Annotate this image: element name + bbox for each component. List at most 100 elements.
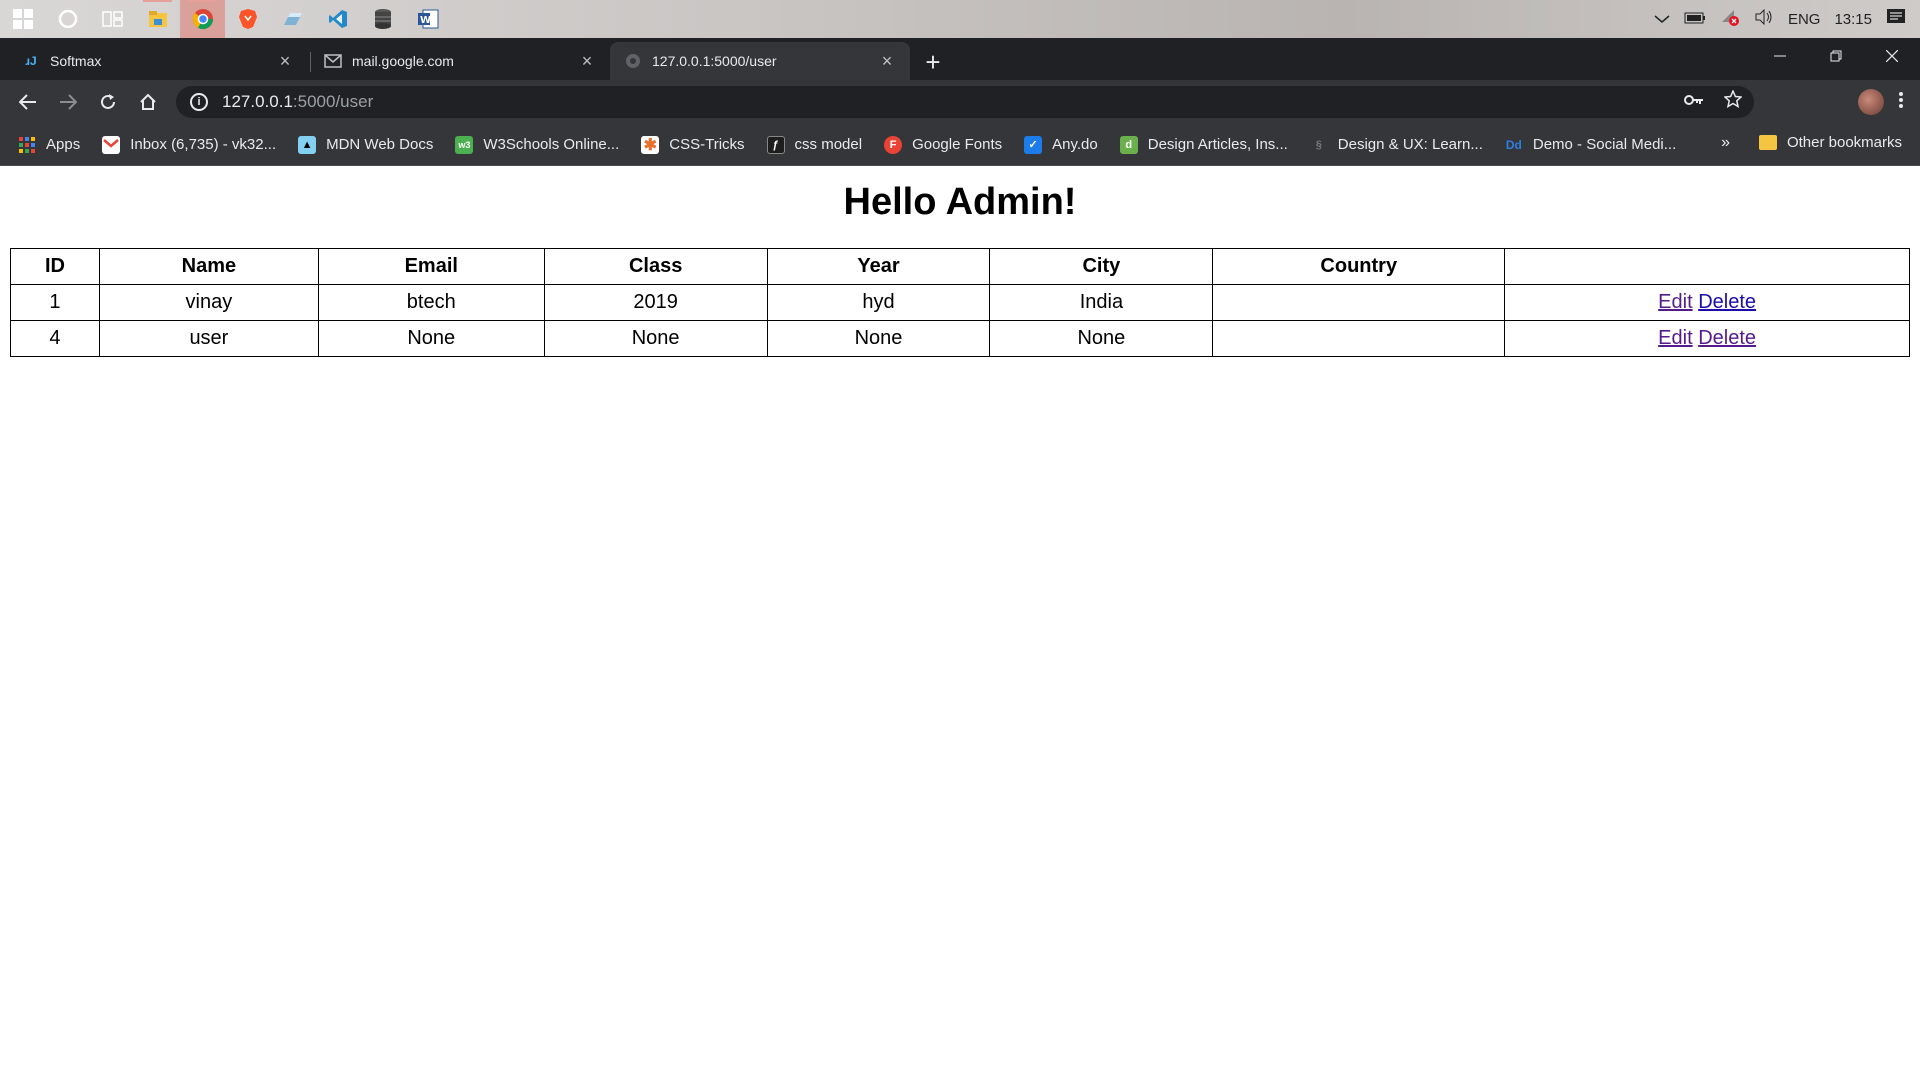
table-header-row: ID Name Email Class Year City Country bbox=[10, 248, 1910, 285]
database-icon[interactable] bbox=[360, 0, 405, 38]
bookmark-mdn[interactable]: ▲ MDN Web Docs bbox=[298, 135, 434, 154]
reload-button[interactable] bbox=[88, 82, 128, 122]
tab-title: 127.0.0.1:5000/user bbox=[652, 53, 777, 69]
apps-grid-icon bbox=[18, 136, 36, 154]
bookmark-label: CSS-Tricks bbox=[669, 136, 745, 153]
bookmark-css-tricks[interactable]: ✱ CSS-Tricks bbox=[641, 135, 745, 154]
home-button[interactable] bbox=[128, 82, 168, 122]
edit-link[interactable]: Edit bbox=[1658, 327, 1692, 349]
bookmarks-overflow-button[interactable]: » bbox=[1721, 134, 1730, 152]
back-button[interactable] bbox=[8, 82, 48, 122]
dd-icon: Dd bbox=[1505, 137, 1522, 152]
minimize-button[interactable] bbox=[1752, 38, 1808, 74]
bookmark-label: Demo - Social Medi... bbox=[1532, 136, 1677, 153]
app-icon[interactable] bbox=[270, 0, 315, 38]
windows-taskbar: W ENG 13:15 bbox=[0, 0, 1920, 38]
cell-city: India bbox=[989, 284, 1214, 321]
cell-class: 2019 bbox=[543, 284, 768, 321]
address-bar[interactable]: i 127.0.0.1:5000/user bbox=[176, 86, 1754, 118]
edit-link[interactable]: Edit bbox=[1658, 291, 1692, 313]
close-icon[interactable]: × bbox=[878, 51, 896, 72]
bookmark-design-ux[interactable]: § Design & UX: Learn... bbox=[1310, 136, 1483, 154]
kebab-menu-icon[interactable] bbox=[1898, 91, 1904, 114]
arrow-right-icon bbox=[60, 94, 77, 110]
sitepoint-icon: § bbox=[1315, 138, 1322, 151]
chevron-up-icon[interactable] bbox=[1654, 11, 1670, 28]
reload-icon bbox=[101, 94, 115, 109]
delete-link[interactable]: Delete bbox=[1698, 291, 1756, 313]
table-row: 1 vinay btech 2019 hyd India Edit Delete bbox=[10, 284, 1910, 321]
task-view-icon[interactable] bbox=[90, 0, 135, 38]
other-bookmarks[interactable]: Other bookmarks bbox=[1758, 134, 1902, 151]
bookmark-label: Inbox (6,735) - vk32... bbox=[130, 136, 277, 153]
delete-link[interactable]: Delete bbox=[1698, 327, 1756, 349]
browser-toolbar: i 127.0.0.1:5000/user bbox=[0, 80, 1920, 124]
bookmark-label: Apps bbox=[46, 136, 81, 153]
tab-softmax[interactable]: ɹJ Softmax × bbox=[8, 42, 308, 80]
anydo-icon: ✓ bbox=[1024, 135, 1043, 154]
new-tab-button[interactable]: + bbox=[917, 46, 949, 78]
mail-icon bbox=[324, 52, 342, 70]
bookmark-google-fonts[interactable]: F Google Fonts bbox=[884, 135, 1002, 154]
bookmark-w3schools[interactable]: w3 W3Schools Online... bbox=[455, 135, 619, 154]
bookmark-demo-social[interactable]: Dd Demo - Social Medi... bbox=[1505, 136, 1676, 154]
cell-id: 4 bbox=[10, 320, 100, 357]
brave-icon[interactable] bbox=[225, 0, 270, 38]
cell-actions: Edit Delete bbox=[1504, 320, 1910, 357]
clock[interactable]: 13:15 bbox=[1834, 11, 1872, 28]
vscode-icon[interactable] bbox=[315, 0, 360, 38]
other-bookmarks-label: Other bookmarks bbox=[1786, 134, 1902, 151]
restore-button[interactable] bbox=[1808, 38, 1864, 74]
cell-country bbox=[1212, 320, 1506, 357]
system-tray: ENG 13:15 bbox=[1654, 0, 1920, 38]
network-disconnected-icon[interactable] bbox=[1720, 8, 1740, 30]
w3schools-icon: w3 bbox=[455, 135, 474, 154]
notifications-icon[interactable] bbox=[1886, 8, 1906, 30]
page-title: Hello Admin! bbox=[843, 181, 1077, 223]
bookmark-label: Any.do bbox=[1052, 136, 1098, 153]
chrome-icon[interactable] bbox=[180, 0, 225, 38]
bookmark-apps[interactable]: Apps bbox=[18, 136, 80, 154]
tab-strip: ɹJ Softmax × mail.google.com × 127.0.0.1… bbox=[0, 38, 1920, 80]
bookmark-label: Design & UX: Learn... bbox=[1337, 136, 1483, 153]
bookmark-label: MDN Web Docs bbox=[326, 136, 434, 153]
tab-gmail[interactable]: mail.google.com × bbox=[310, 42, 610, 80]
info-icon[interactable]: i bbox=[190, 93, 208, 111]
cell-class: None bbox=[543, 320, 768, 357]
bookmark-css-model[interactable]: ƒ css model bbox=[766, 135, 863, 154]
bookmark-inbox[interactable]: Inbox (6,735) - vk32... bbox=[102, 135, 277, 154]
windows-start-icon[interactable] bbox=[0, 0, 45, 38]
key-icon[interactable] bbox=[1684, 90, 1704, 113]
bookmark-anydo[interactable]: ✓ Any.do bbox=[1024, 135, 1098, 154]
window-close-button[interactable] bbox=[1864, 38, 1920, 74]
file-explorer-icon[interactable] bbox=[135, 0, 180, 38]
figma-icon: ƒ bbox=[766, 135, 785, 154]
bookmark-label: Design Articles, Ins... bbox=[1147, 136, 1288, 153]
battery-icon[interactable] bbox=[1684, 11, 1706, 28]
column-header-class: Class bbox=[543, 248, 768, 285]
cell-actions: Edit Delete bbox=[1504, 284, 1910, 321]
cortana-icon[interactable] bbox=[45, 0, 90, 38]
close-icon[interactable]: × bbox=[276, 51, 294, 72]
home-icon bbox=[140, 93, 156, 110]
star-icon[interactable] bbox=[1723, 89, 1743, 113]
volume-icon[interactable] bbox=[1754, 8, 1774, 29]
close-icon[interactable]: × bbox=[578, 51, 596, 72]
cell-name: vinay bbox=[98, 284, 319, 321]
bookmark-label: css model bbox=[794, 136, 863, 153]
design-icon: d bbox=[1119, 135, 1138, 154]
language-indicator[interactable]: ENG bbox=[1788, 11, 1821, 28]
svg-text:W: W bbox=[420, 15, 431, 26]
bookmark-design-articles[interactable]: d Design Articles, Ins... bbox=[1119, 135, 1288, 154]
tab-title: Softmax bbox=[50, 53, 102, 69]
mdn-icon: ▲ bbox=[298, 135, 317, 154]
word-icon[interactable]: W bbox=[405, 0, 450, 38]
css-tricks-icon: ✱ bbox=[641, 135, 660, 154]
cell-email: btech bbox=[317, 284, 545, 321]
google-fonts-icon: F bbox=[884, 135, 903, 154]
cell-id: 1 bbox=[10, 284, 100, 321]
folder-icon bbox=[1758, 135, 1777, 150]
tab-localhost-user[interactable]: 127.0.0.1:5000/user × bbox=[610, 42, 910, 80]
forward-button[interactable] bbox=[48, 82, 88, 122]
profile-avatar[interactable] bbox=[1858, 89, 1884, 115]
